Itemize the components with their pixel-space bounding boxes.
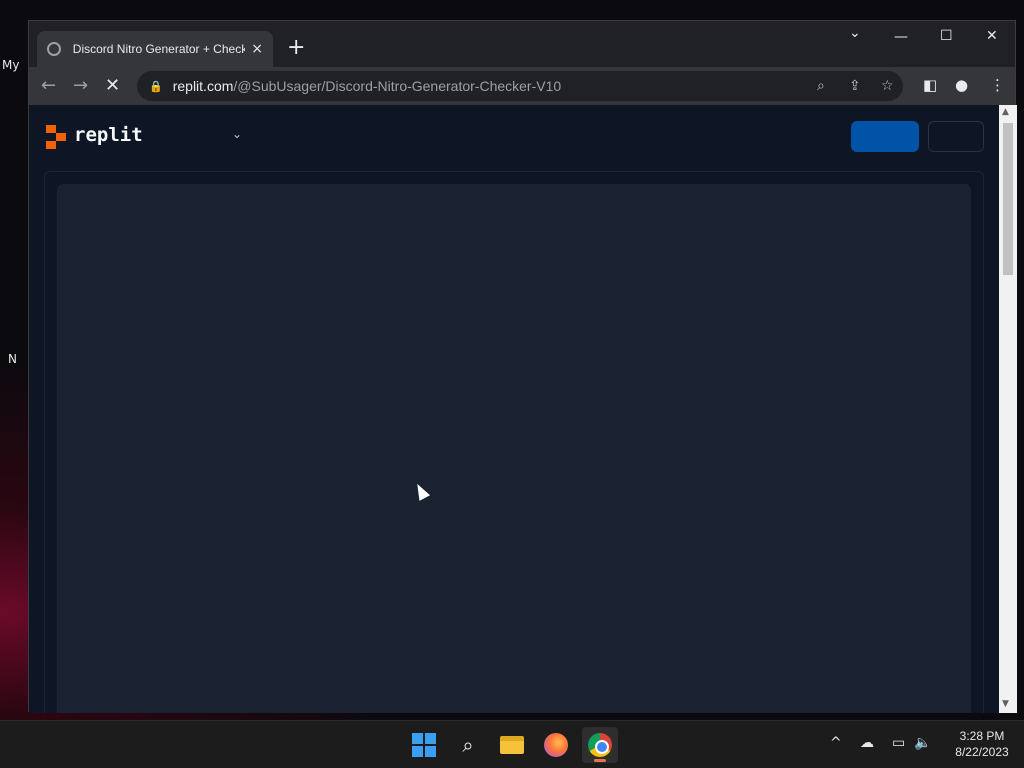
tab-active[interactable]: Discord Nitro Generator + Checker-V10 - …	[37, 31, 273, 67]
clock-time: 3:28 PM	[959, 729, 1005, 743]
taskbar: ⌕ ^ ☁ ▭ 🔈 3:28 PM 8/22/2023	[0, 720, 1024, 768]
replit-logo-icon[interactable]	[46, 125, 66, 149]
star-icon[interactable]: ☆	[881, 78, 894, 94]
onedrive-icon[interactable]: ☁	[860, 735, 874, 751]
search-button[interactable]: ⌕	[450, 727, 486, 763]
stop-loading-button[interactable]: ✕	[105, 75, 120, 96]
firefox-button[interactable]	[538, 727, 574, 763]
browser-toolbar: ← → ✕ 🔒 replit.com/@SubUsager/Discord-Ni…	[29, 67, 1015, 105]
profile-icon[interactable]: ●	[955, 76, 968, 94]
address-bar[interactable]: 🔒 replit.com/@SubUsager/Discord-Nitro-Ge…	[137, 71, 903, 101]
loading-spinner-icon	[47, 42, 61, 56]
windows-icon	[412, 733, 436, 757]
folder-icon	[500, 736, 524, 754]
repl-frame	[44, 171, 984, 713]
file-explorer-button[interactable]	[494, 727, 530, 763]
forward-button[interactable]: →	[73, 75, 88, 96]
active-indicator	[594, 759, 606, 762]
side-panel-icon[interactable]: ◧	[923, 76, 937, 94]
network-icon[interactable]: ▭	[892, 735, 905, 751]
back-button[interactable]: ←	[41, 75, 56, 96]
tab-title: Discord Nitro Generator + Checker-V10 - …	[72, 42, 246, 56]
loading-skeleton	[57, 184, 971, 713]
replit-page: replit ⌄	[29, 105, 999, 713]
tray-chevron-icon[interactable]: ^	[830, 735, 842, 751]
chevron-down-icon[interactable]: ⌄	[232, 127, 242, 141]
browser-window: Discord Nitro Generator + Checker-V10 - …	[28, 20, 1017, 713]
clock-date: 8/22/2023	[955, 745, 1009, 759]
url-host: replit.com	[172, 78, 234, 94]
maximize-button[interactable]: ☐	[940, 28, 953, 44]
desktop-icon-label[interactable]: My	[2, 58, 19, 72]
replit-logo-text[interactable]: replit	[74, 124, 143, 146]
replit-header: replit ⌄	[29, 105, 999, 167]
chrome-button[interactable]	[582, 727, 618, 763]
secondary-button[interactable]	[928, 121, 984, 152]
scroll-up-icon[interactable]: ▲	[1002, 107, 1009, 117]
start-button[interactable]	[406, 727, 442, 763]
scroll-down-icon[interactable]: ▼	[1002, 699, 1009, 709]
tab-close-icon[interactable]: ×	[251, 41, 263, 57]
desktop-icon-label[interactable]: N	[8, 352, 17, 366]
system-clock[interactable]: 3:28 PM 8/22/2023	[942, 728, 1022, 760]
scroll-thumb[interactable]	[1003, 123, 1013, 275]
firefox-icon	[544, 733, 568, 757]
primary-button[interactable]	[851, 121, 919, 152]
share-icon[interactable]: ⇪	[849, 78, 861, 94]
chrome-icon	[588, 733, 612, 757]
tab-search-button[interactable]: ⌄	[849, 25, 861, 41]
search-icon[interactable]: ⌕	[817, 78, 825, 94]
menu-icon[interactable]: ⋮	[990, 76, 1005, 94]
new-tab-button[interactable]: +	[287, 35, 305, 60]
close-window-button[interactable]: ✕	[986, 28, 998, 44]
url-path: /@SubUsager/Discord-Nitro-Generator-Chec…	[233, 78, 562, 94]
volume-icon[interactable]: 🔈	[914, 735, 931, 751]
page-scrollbar[interactable]: ▲ ▼	[999, 105, 1017, 713]
search-icon: ⌕	[462, 733, 474, 757]
minimize-button[interactable]: —	[894, 29, 908, 45]
tab-strip: Discord Nitro Generator + Checker-V10 - …	[29, 21, 1015, 67]
lock-icon[interactable]: 🔒	[149, 80, 163, 93]
